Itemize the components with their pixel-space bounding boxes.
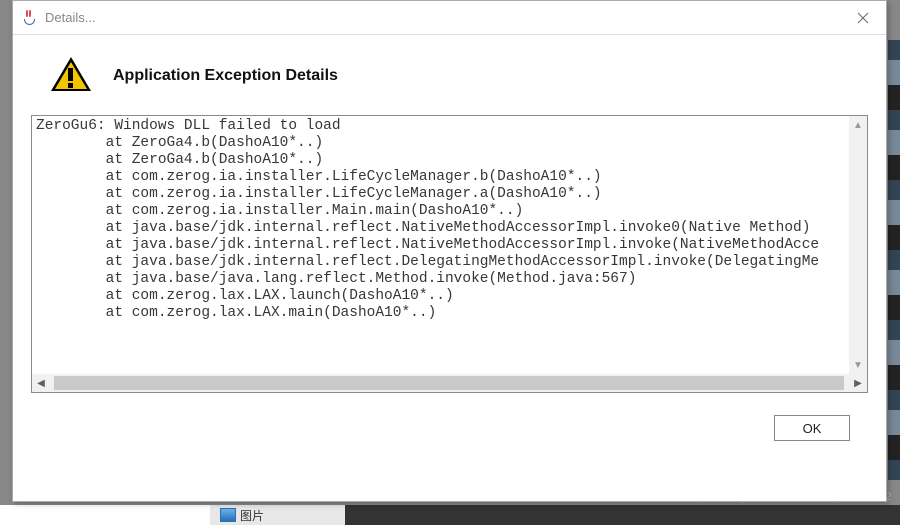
titlebar: Details...: [13, 1, 886, 35]
dialog-body: ZeroGu6: Windows DLL failed to load at Z…: [13, 115, 886, 501]
background-taskbar: 图片: [0, 505, 900, 525]
scroll-up-icon[interactable]: ▲: [849, 116, 867, 134]
explorer-item-label: 图片: [240, 507, 264, 524]
background-strip: [888, 40, 900, 480]
scroll-right-icon[interactable]: ▶: [849, 374, 867, 392]
vertical-scrollbar[interactable]: ▲ ▼: [849, 116, 867, 374]
warning-icon: [51, 57, 91, 95]
scroll-left-icon[interactable]: ◀: [32, 374, 50, 392]
picture-icon: [220, 508, 236, 522]
details-dialog: Details... Application Exception Details…: [12, 0, 887, 502]
horizontal-scrollbar[interactable]: ◀ ▶: [32, 374, 867, 392]
close-icon: [857, 12, 869, 24]
header-text: Application Exception Details: [113, 67, 338, 85]
stack-trace-text[interactable]: ZeroGu6: Windows DLL failed to load at Z…: [32, 116, 849, 374]
close-button[interactable]: [840, 1, 886, 35]
window-title: Details...: [45, 10, 96, 25]
stack-trace-box: ZeroGu6: Windows DLL failed to load at Z…: [31, 115, 868, 393]
scroll-thumb[interactable]: [54, 376, 844, 390]
ok-button[interactable]: OK: [774, 415, 850, 441]
footer: OK: [31, 393, 868, 453]
java-icon: [21, 9, 39, 27]
explorer-item: 图片: [220, 505, 264, 525]
header: Application Exception Details: [13, 35, 886, 115]
scroll-down-icon[interactable]: ▼: [849, 356, 867, 374]
